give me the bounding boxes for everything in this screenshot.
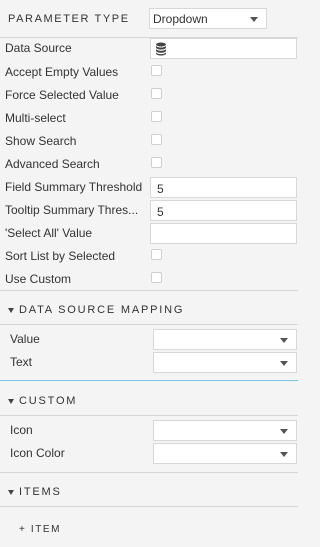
- mapping-text-label: Text: [10, 355, 33, 369]
- tooltip-summary-threshold-label: Tooltip Summary Thres...: [5, 203, 139, 217]
- collapse-triangle-icon: [8, 490, 14, 495]
- data-source-field[interactable]: [150, 38, 297, 59]
- accept-empty-values-label: Accept Empty Values: [5, 65, 119, 79]
- tooltip-summary-threshold-value: 5: [157, 205, 164, 219]
- parameter-properties-panel: PARAMETER TYPE Dropdown Data Source Acce…: [0, 0, 298, 547]
- mapping-value-label: Value: [10, 332, 40, 346]
- collapse-triangle-icon: [8, 399, 14, 404]
- custom-title: CUSTOM: [19, 395, 78, 407]
- force-selected-value-checkbox[interactable]: [151, 88, 162, 99]
- multi-select-label: Multi-select: [5, 111, 66, 125]
- chevron-down-icon: [280, 452, 288, 457]
- tooltip-summary-threshold-input[interactable]: 5: [150, 200, 297, 221]
- icon-color-label: Icon Color: [10, 446, 65, 460]
- data-source-label: Data Source: [5, 41, 72, 55]
- divider: [0, 290, 298, 291]
- database-icon: [156, 42, 166, 56]
- divider: [0, 415, 298, 416]
- parameter-type-value: Dropdown: [153, 12, 208, 26]
- parameter-type-label: PARAMETER TYPE: [8, 13, 130, 25]
- add-item-button[interactable]: + ITEM: [19, 524, 61, 535]
- field-summary-threshold-label: Field Summary Threshold: [5, 180, 143, 194]
- multi-select-checkbox[interactable]: [151, 111, 162, 122]
- mapping-text-select[interactable]: [153, 352, 297, 373]
- icon-select[interactable]: [153, 420, 297, 441]
- icon-color-select[interactable]: [153, 443, 297, 464]
- sort-list-by-selected-label: Sort List by Selected: [5, 249, 116, 263]
- chevron-down-icon: [250, 17, 258, 22]
- divider: [0, 324, 298, 325]
- select-all-value-label: 'Select All' Value: [5, 226, 93, 240]
- show-search-checkbox[interactable]: [151, 134, 162, 145]
- sort-list-by-selected-checkbox[interactable]: [151, 249, 162, 260]
- advanced-search-checkbox[interactable]: [151, 157, 162, 168]
- collapse-triangle-icon: [8, 308, 14, 313]
- chevron-down-icon: [280, 429, 288, 434]
- field-summary-threshold-input[interactable]: 5: [150, 177, 297, 198]
- show-search-label: Show Search: [5, 134, 77, 148]
- divider: [0, 472, 298, 473]
- use-custom-label: Use Custom: [5, 272, 72, 286]
- parameter-type-select[interactable]: Dropdown: [149, 8, 267, 29]
- advanced-search-label: Advanced Search: [5, 157, 100, 171]
- items-header[interactable]: ITEMS: [0, 481, 298, 505]
- section-divider-accent: [0, 380, 298, 381]
- mapping-value-select[interactable]: [153, 329, 297, 350]
- data-source-mapping-header[interactable]: DATA SOURCE MAPPING: [0, 299, 298, 323]
- chevron-down-icon: [280, 338, 288, 343]
- data-source-mapping-title: DATA SOURCE MAPPING: [19, 304, 185, 316]
- parameter-type-row: PARAMETER TYPE Dropdown: [0, 0, 298, 37]
- icon-label: Icon: [10, 423, 33, 437]
- items-title: ITEMS: [19, 486, 62, 498]
- divider: [0, 506, 298, 507]
- use-custom-checkbox[interactable]: [151, 272, 162, 283]
- select-all-value-input[interactable]: [150, 223, 297, 244]
- chevron-down-icon: [280, 361, 288, 366]
- accept-empty-values-checkbox[interactable]: [151, 65, 162, 76]
- field-summary-threshold-value: 5: [157, 182, 164, 196]
- custom-header[interactable]: CUSTOM: [0, 390, 298, 414]
- force-selected-value-label: Force Selected Value: [5, 88, 119, 102]
